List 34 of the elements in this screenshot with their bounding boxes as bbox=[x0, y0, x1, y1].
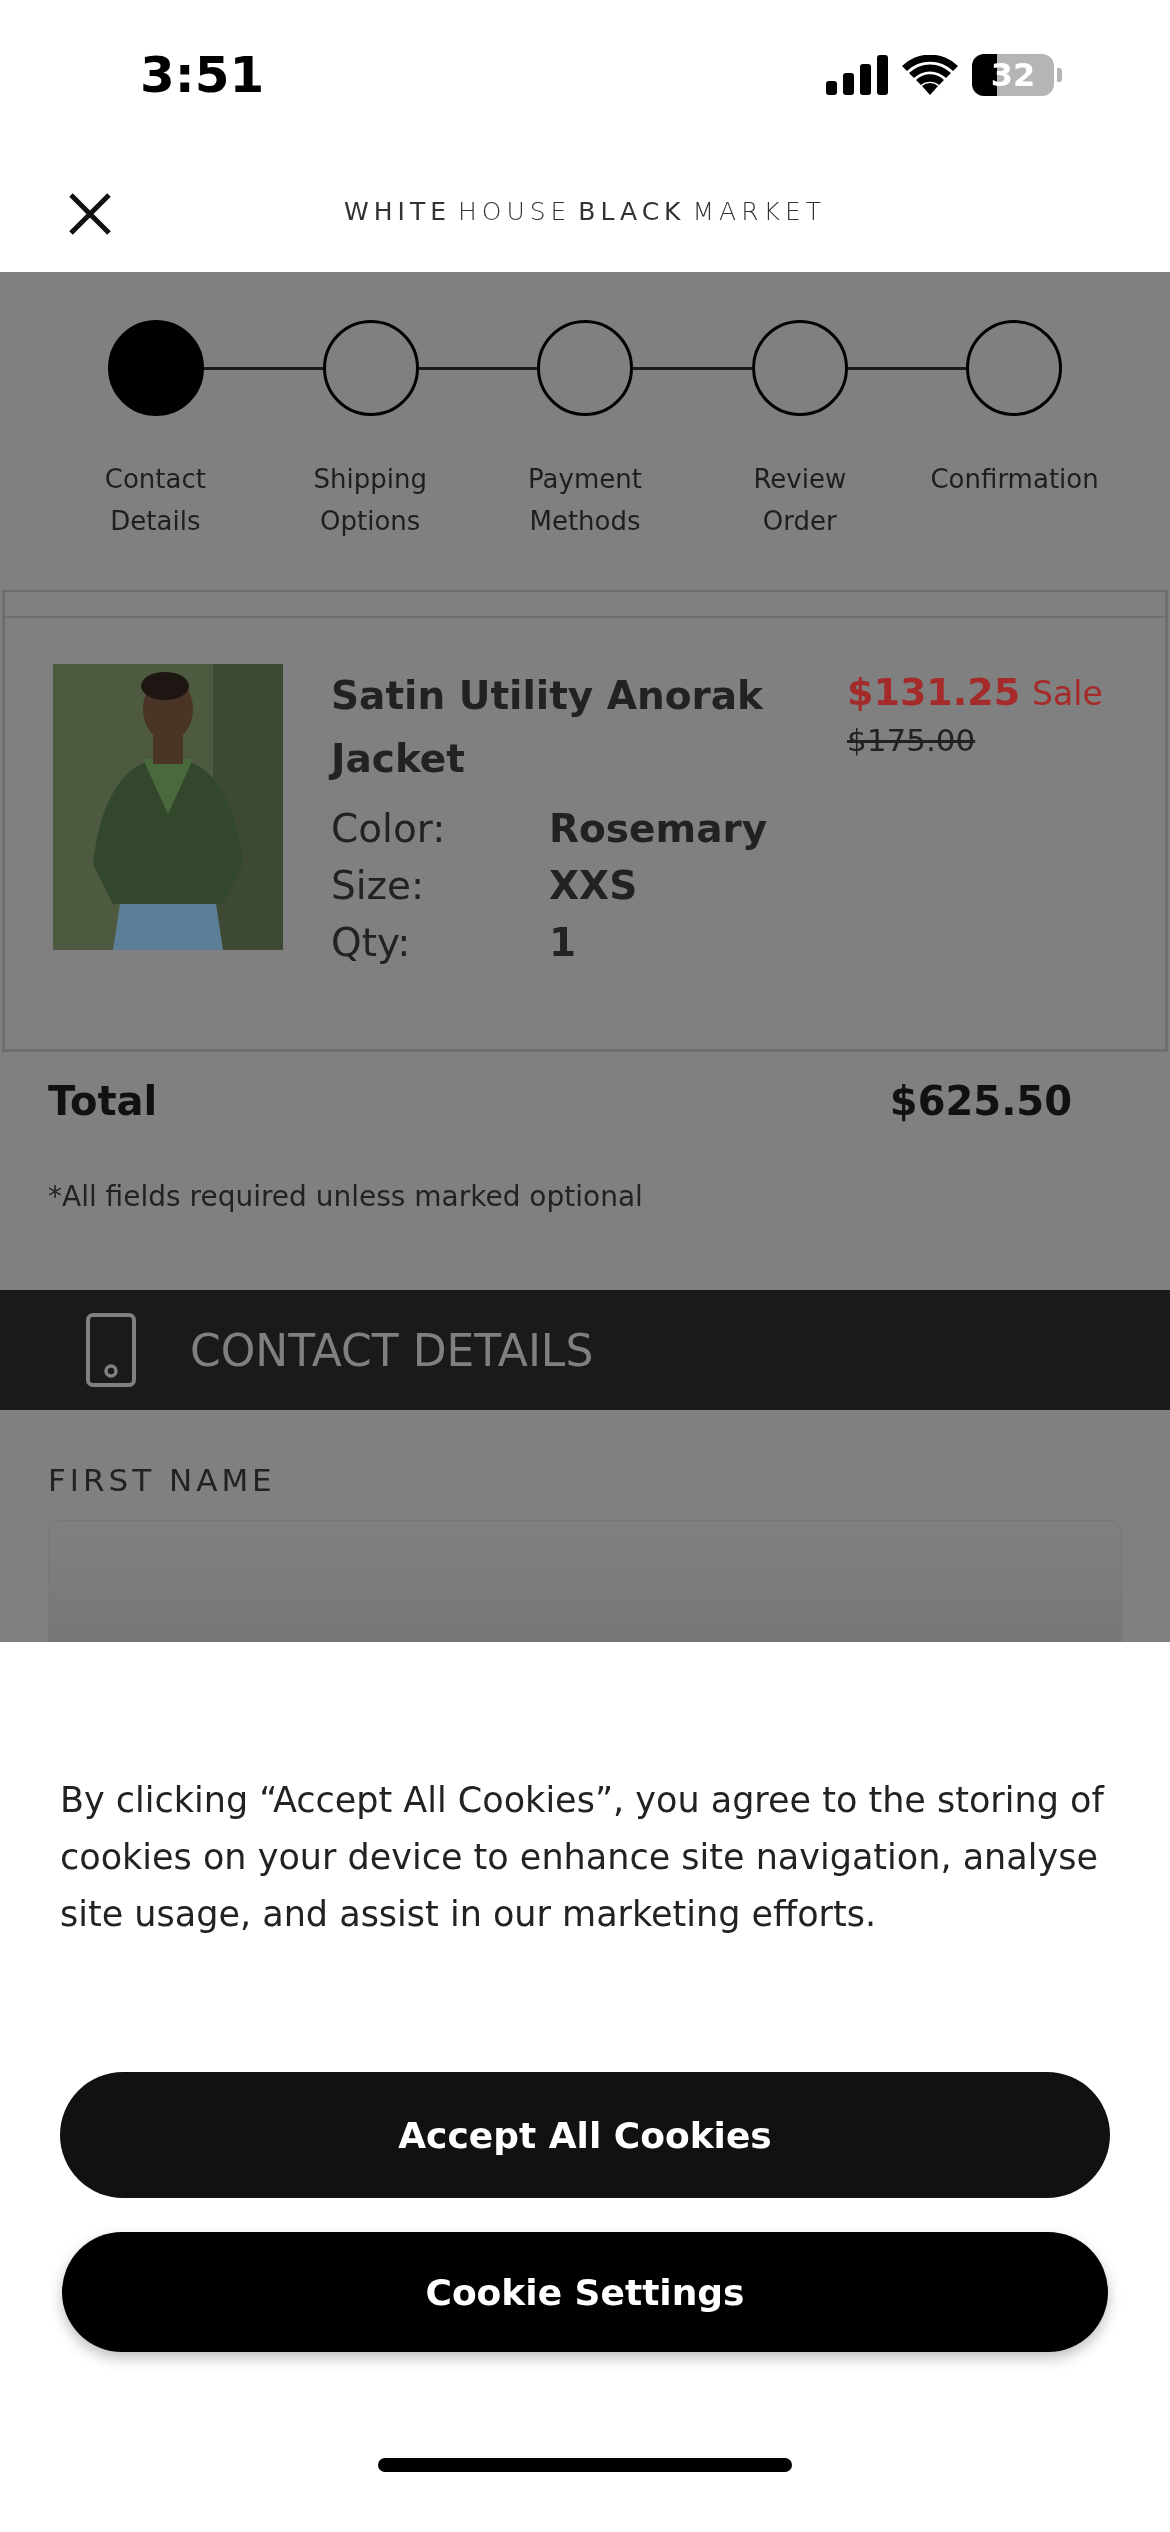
step-label: Contact Details bbox=[103, 463, 207, 538]
attribute-label: Color: bbox=[331, 806, 447, 851]
battery-cap bbox=[1057, 68, 1062, 82]
original-price: $175.00 bbox=[847, 722, 977, 758]
attribute-value: 1 bbox=[549, 920, 578, 965]
step-circle[interactable] bbox=[537, 320, 633, 416]
wifi-icon bbox=[902, 55, 958, 95]
step-circle[interactable] bbox=[751, 320, 848, 416]
step-label: Shipping Options bbox=[312, 463, 428, 538]
attribute-value: Rosemary bbox=[549, 806, 769, 851]
step-label: Review Order bbox=[752, 463, 848, 538]
cookie-text: By clicking “Accept All Cookies”, you agree to the storing of cookies on your device to enhance site navigation, analyse site usage, and assist in our marketing efforts. bbox=[60, 1779, 1106, 1936]
attribute-label: Size: bbox=[331, 863, 426, 908]
close-icon bbox=[68, 192, 112, 236]
step-circle[interactable] bbox=[322, 320, 419, 416]
attribute-value: XXS bbox=[549, 863, 639, 908]
accept-button[interactable]: Accept All Cookies bbox=[60, 2072, 1110, 2198]
attribute-label: Qty: bbox=[331, 920, 412, 965]
brand-logo: WHITE HOUSE BLACK MARKET bbox=[344, 196, 826, 226]
step-label: Confirmation bbox=[929, 463, 1100, 496]
step-circle[interactable] bbox=[966, 320, 1062, 416]
total-label: Total bbox=[48, 1078, 158, 1126]
sale-price: $131.25 bbox=[847, 670, 1021, 714]
step-label: Payment Methods bbox=[527, 463, 643, 538]
input-field[interactable] bbox=[48, 1520, 1122, 1642]
signal-icon bbox=[826, 55, 888, 95]
phone-icon bbox=[86, 1313, 136, 1387]
total-value: $625.50 bbox=[889, 1078, 1072, 1126]
section-title: CONTACT DETAILS bbox=[190, 1324, 594, 1376]
settings-button[interactable]: Cookie Settings bbox=[62, 2232, 1108, 2352]
sale-tag: Sale bbox=[1032, 674, 1103, 713]
field-label: FIRST NAME bbox=[47, 1461, 277, 1500]
required-note: *All fields required unless marked optional bbox=[47, 1179, 644, 1215]
status-time: 3:51 bbox=[140, 46, 265, 104]
